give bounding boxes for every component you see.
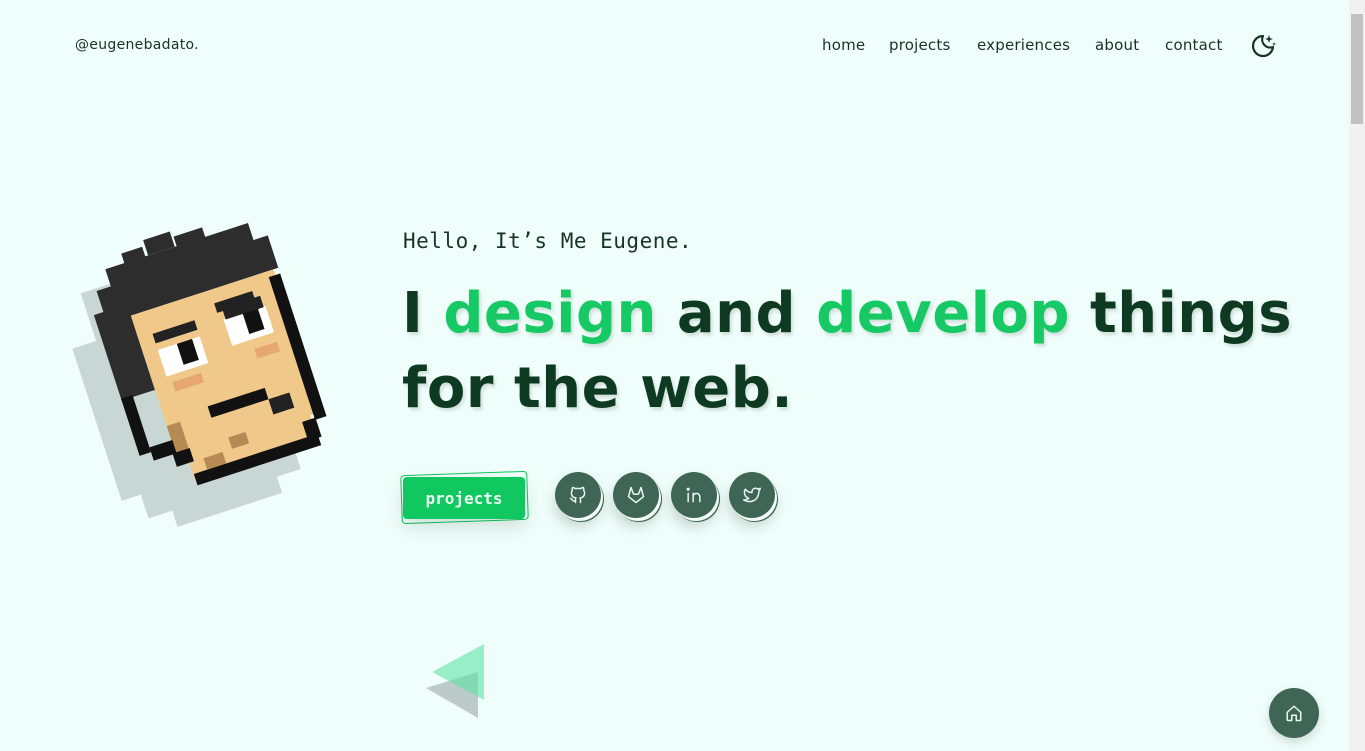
linkedin-icon[interactable] bbox=[671, 472, 717, 518]
headline-accent-design: design bbox=[443, 281, 657, 346]
headline-accent-develop: develop bbox=[816, 281, 1070, 346]
home-icon[interactable] bbox=[1269, 688, 1319, 738]
scrollbar[interactable] bbox=[1349, 0, 1365, 751]
greeting-text: Hello, It’s Me Eugene. bbox=[403, 229, 693, 253]
twitter-icon[interactable] bbox=[729, 472, 775, 518]
projects-button[interactable]: projects bbox=[403, 477, 525, 519]
headline-word: and bbox=[676, 281, 797, 346]
headline-word: things bbox=[1089, 281, 1293, 346]
github-icon[interactable] bbox=[555, 472, 601, 518]
headline-line-2: for the web. bbox=[402, 356, 794, 421]
nav-contact[interactable]: contact bbox=[1165, 36, 1223, 54]
nav-projects[interactable]: projects bbox=[889, 36, 950, 54]
pixel-avatar bbox=[70, 222, 340, 542]
gitlab-icon[interactable] bbox=[613, 472, 659, 518]
nav-experiences[interactable]: experiences bbox=[977, 36, 1070, 54]
page: @eugenebadato. home projects experiences… bbox=[0, 0, 1349, 751]
scrollbar-thumb[interactable] bbox=[1351, 14, 1363, 124]
hero-headline: I design and develop things for the web. bbox=[402, 276, 1302, 426]
moon-stars-icon[interactable] bbox=[1249, 32, 1277, 60]
brand-logo[interactable]: @eugenebadato. bbox=[75, 37, 199, 53]
decorative-triangle bbox=[422, 642, 488, 720]
headline-word: I bbox=[402, 281, 424, 346]
nav-home[interactable]: home bbox=[822, 36, 865, 54]
nav-about[interactable]: about bbox=[1095, 36, 1139, 54]
